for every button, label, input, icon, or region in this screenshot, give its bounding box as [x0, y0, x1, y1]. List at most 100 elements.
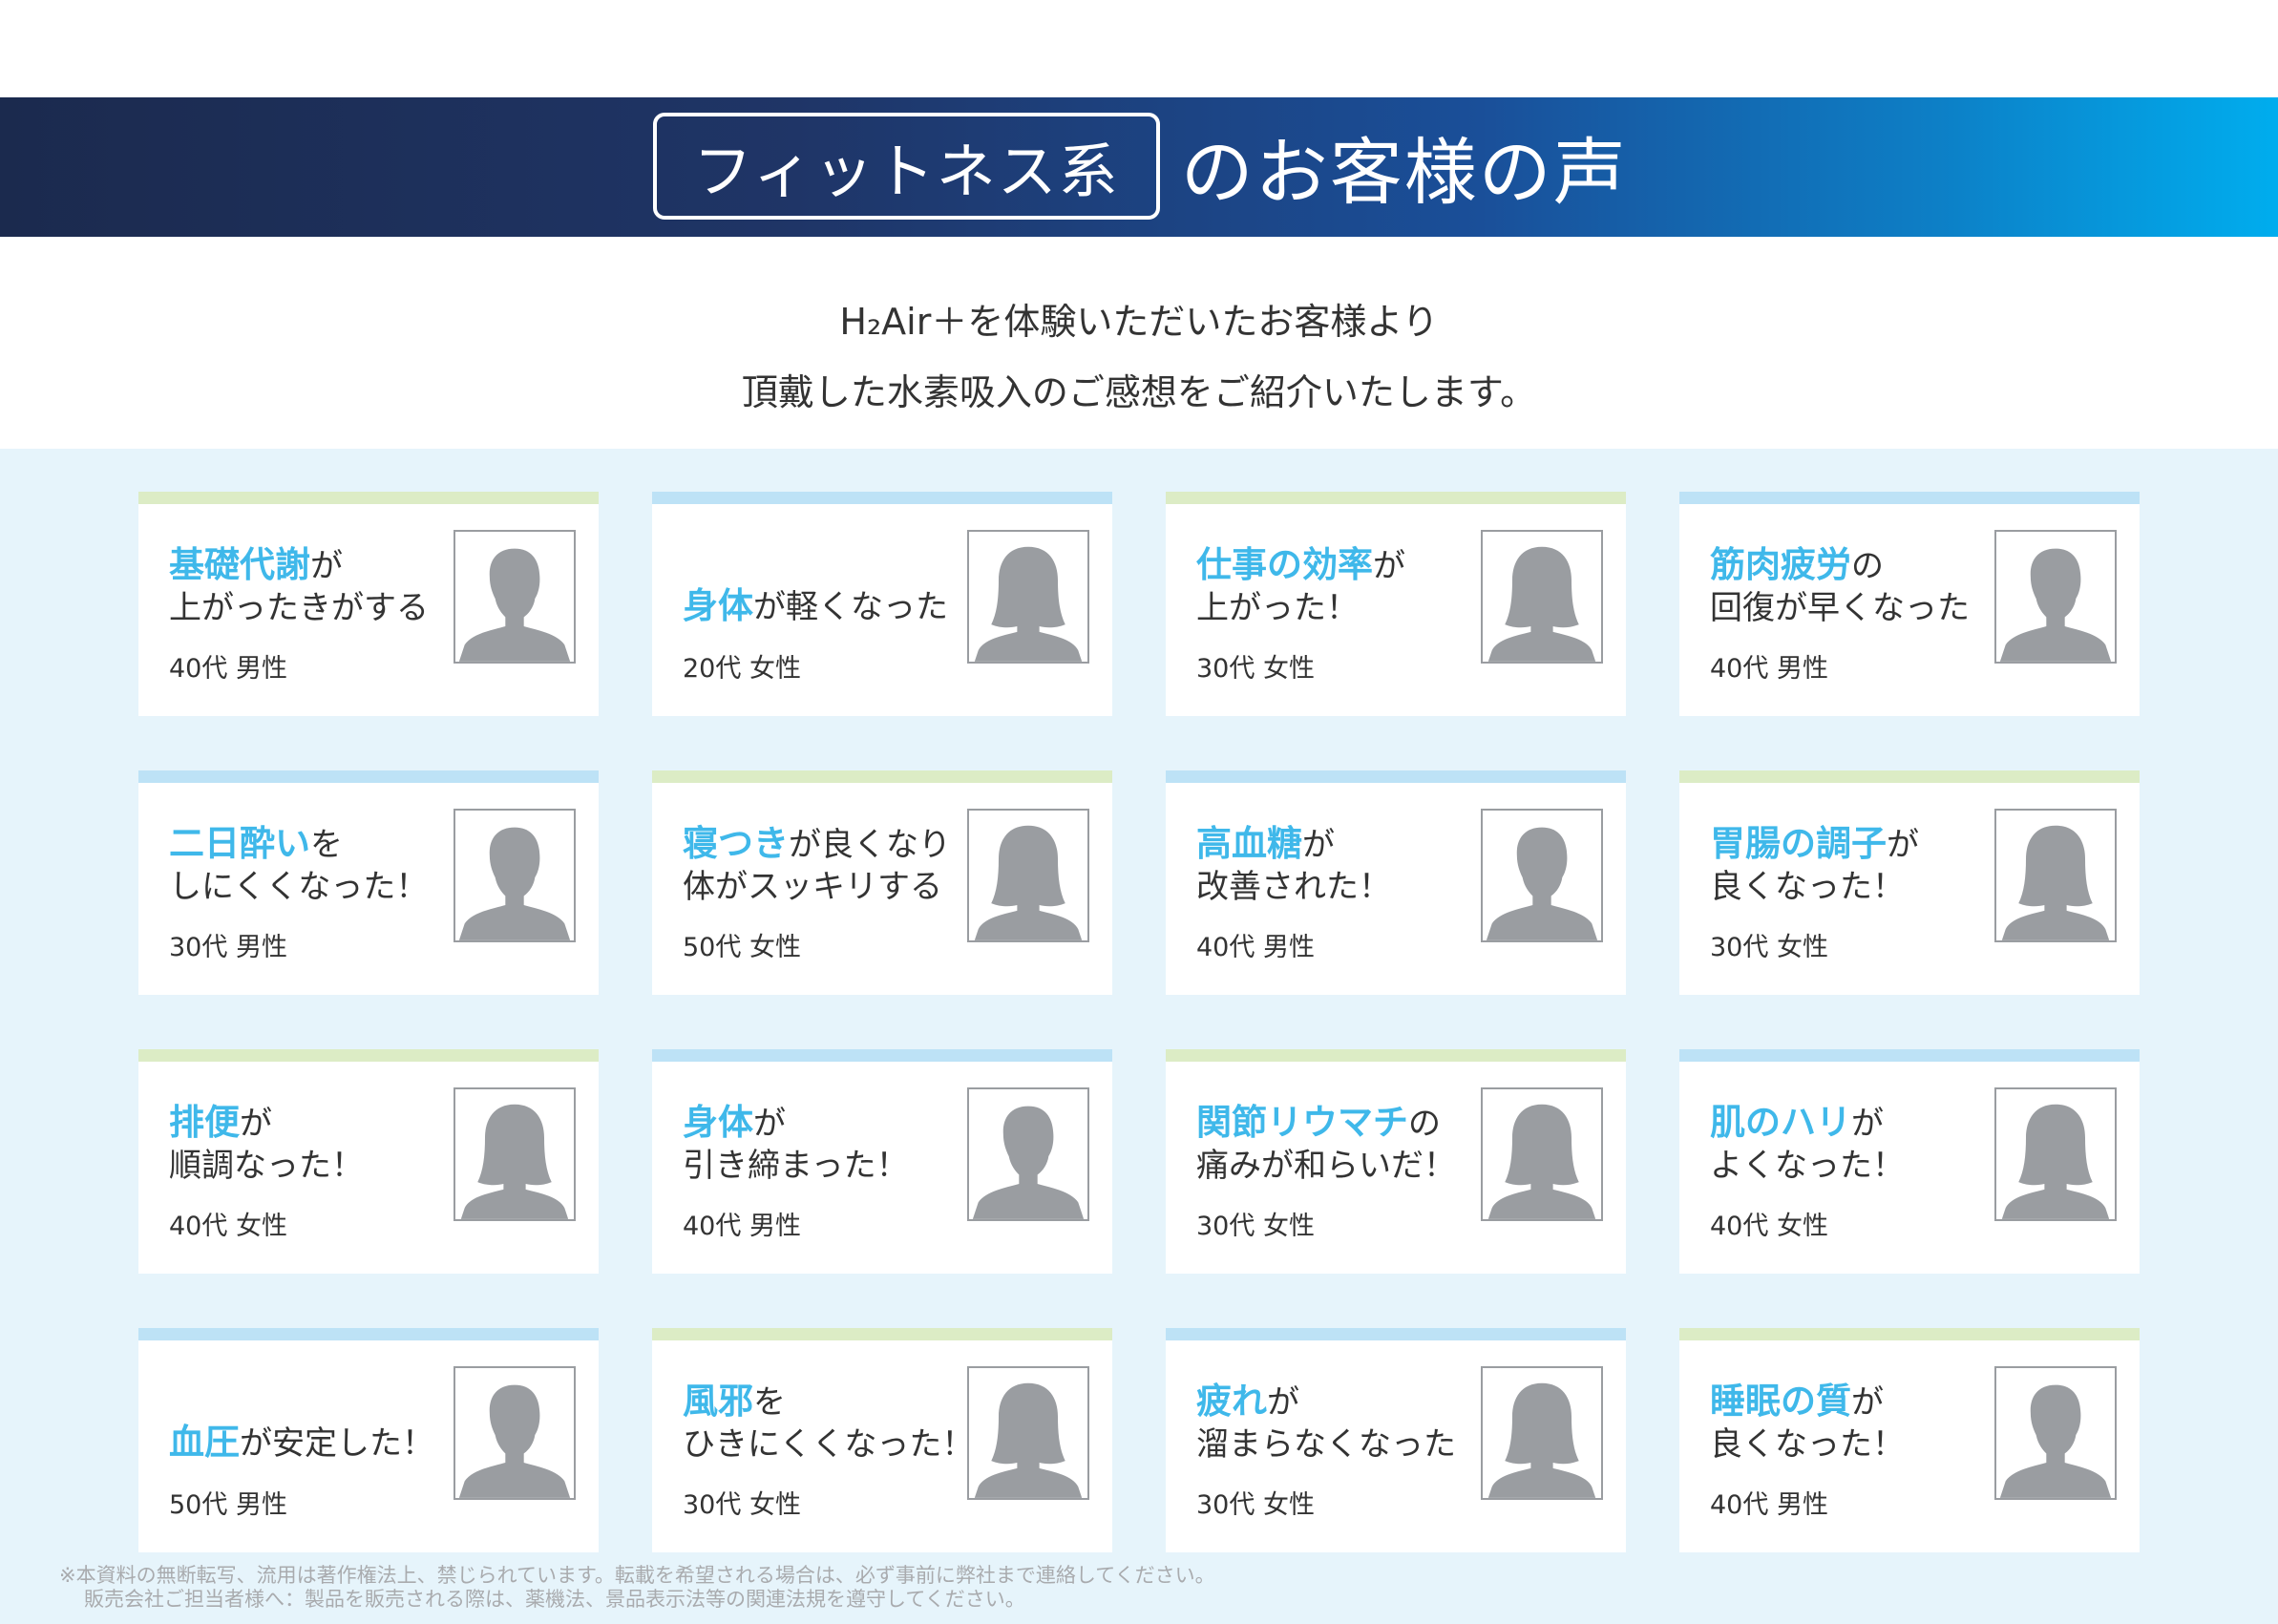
- person-silhouette-icon: [1486, 827, 1598, 940]
- customer-age-gender: 30代 女性: [1196, 1212, 1315, 1241]
- comment-highlight: 疲れ: [1196, 1381, 1267, 1422]
- testimonial-card-13: 血圧が安定した！ 50代 男性: [138, 1328, 599, 1552]
- card-accent-bar: [138, 1328, 599, 1340]
- comment-line-2: 改善された！: [1196, 868, 1391, 906]
- comment-rest: が: [1302, 826, 1335, 864]
- card-comment: 寝つきが良くなり 体がスッキリする: [683, 823, 969, 908]
- comment-line-1: 疲れが: [1196, 1381, 1483, 1424]
- avatar-silhouette-icon: [1994, 1366, 2117, 1500]
- comment-line-1: 肌のハリが: [1710, 1102, 1996, 1145]
- card-accent-bar: [1166, 1328, 1626, 1340]
- comment-line-2: 上がった！: [1196, 589, 1359, 627]
- comment-line-1: 筋肉疲労の: [1710, 544, 1996, 587]
- banner-category-box: フィットネス系: [653, 113, 1160, 220]
- testimonial-card-7: 高血糖が 改善された！ 40代 男性: [1166, 770, 1626, 995]
- testimonial-card-14: 風邪を ひきにくくなった！ 30代 女性: [652, 1328, 1112, 1552]
- comment-rest: が: [1373, 547, 1405, 585]
- banner-title: フィットネス系 のお客様の声: [653, 113, 1628, 220]
- card-accent-bar: [138, 1049, 599, 1062]
- avatar-silhouette-icon: [453, 1366, 576, 1500]
- customer-age-gender: 50代 男性: [169, 1490, 287, 1520]
- comment-line-2: よくなった！: [1710, 1147, 1905, 1185]
- card-accent-bar: [1679, 770, 2140, 783]
- avatar-silhouette-icon: [967, 1366, 1089, 1500]
- card-accent-bar: [652, 492, 1112, 504]
- comment-line-2: 回復が早くなった: [1710, 589, 1970, 627]
- comment-highlight: 高血糖: [1196, 823, 1302, 864]
- testimonial-card-9: 排便が 順調なった！ 40代 女性: [138, 1049, 599, 1274]
- comment-highlight: 基礎代謝: [169, 544, 310, 585]
- customer-age-gender: 40代 女性: [1710, 1212, 1828, 1241]
- card-accent-bar: [1679, 492, 2140, 504]
- comment-line-2: 体がスッキリする: [683, 868, 942, 906]
- comment-line-1: 身体が: [683, 1102, 969, 1145]
- card-comment: 睡眠の質が 良くなった！: [1710, 1381, 1996, 1466]
- person-silhouette-icon: [458, 827, 571, 940]
- card-comment: 高血糖が 改善された！: [1196, 823, 1483, 908]
- avatar-silhouette-icon: [1481, 1366, 1603, 1500]
- card-accent-bar: [652, 770, 1112, 783]
- comment-highlight: 肌のハリ: [1710, 1102, 1851, 1143]
- person-silhouette-icon: [974, 825, 1083, 940]
- comment-rest: が軽くなった: [753, 588, 948, 626]
- card-comment: 疲れが 溜まらなくなった: [1196, 1381, 1483, 1466]
- comment-line-1: 風邪を: [683, 1381, 969, 1424]
- card-comment: 関節リウマチの 痛みが和らいだ！: [1196, 1102, 1483, 1187]
- copyright-note: ※本資料の無断転写、流用は著作権法上、禁じられています。転載を希望される場合は、…: [59, 1564, 1215, 1612]
- comment-line-2: ひきにくくなった！: [683, 1425, 975, 1464]
- title-banner: フィットネス系 のお客様の声: [0, 97, 2278, 237]
- comment-highlight: 関節リウマチ: [1196, 1102, 1408, 1143]
- comment-line-2: 溜まらなくなった: [1196, 1425, 1456, 1464]
- comment-line-2: しにくくなった！: [169, 868, 429, 906]
- customer-age-gender: 40代 男性: [1710, 1490, 1828, 1520]
- card-accent-bar: [652, 1049, 1112, 1062]
- card-comment: 筋肉疲労の 回復が早くなった: [1710, 544, 1996, 629]
- person-silhouette-icon: [1999, 548, 2112, 662]
- customer-age-gender: 40代 男性: [1196, 933, 1315, 962]
- customer-age-gender: 30代 女性: [1196, 1490, 1315, 1520]
- customer-age-gender: 30代 男性: [169, 933, 287, 962]
- comment-line-1: 二日酔いを: [169, 823, 455, 866]
- card-comment: 身体が軽くなった: [683, 585, 969, 628]
- card-accent-bar: [1166, 492, 1626, 504]
- comment-rest: の: [1851, 547, 1884, 585]
- customer-age-gender: 40代 女性: [169, 1212, 287, 1241]
- card-accent-bar: [1166, 1049, 1626, 1062]
- person-silhouette-icon: [2001, 825, 2110, 940]
- comment-rest: が: [1887, 826, 1919, 864]
- person-silhouette-icon: [974, 1382, 1083, 1498]
- comment-rest: が: [1851, 1383, 1884, 1422]
- comment-line-1: 排便が: [169, 1102, 455, 1145]
- person-silhouette-icon: [458, 1384, 571, 1498]
- comment-line-2: 上がったきがする: [169, 589, 429, 627]
- person-silhouette-icon: [1999, 1384, 2112, 1498]
- comment-rest: が: [240, 1105, 272, 1143]
- card-comment: 基礎代謝が 上がったきがする: [169, 544, 455, 629]
- avatar-silhouette-icon: [1481, 809, 1603, 942]
- person-silhouette-icon: [460, 1104, 569, 1219]
- card-comment: 血圧が安定した！: [169, 1422, 455, 1465]
- person-silhouette-icon: [974, 546, 1083, 662]
- testimonial-card-4: 筋肉疲労の 回復が早くなった 40代 男性: [1679, 492, 2140, 716]
- customer-age-gender: 50代 女性: [683, 933, 801, 962]
- customer-age-gender: 30代 女性: [1196, 654, 1315, 684]
- card-comment: 仕事の効率が 上がった！: [1196, 544, 1483, 629]
- banner-title-text: のお客様の声: [1180, 130, 1628, 215]
- card-comment: 身体が 引き締まった！: [683, 1102, 969, 1187]
- comment-highlight: 血圧: [169, 1422, 240, 1463]
- comment-line-2: 良くなった！: [1710, 868, 1905, 906]
- customer-age-gender: 20代 女性: [683, 654, 801, 684]
- testimonial-card-12: 肌のハリが よくなった！ 40代 女性: [1679, 1049, 2140, 1274]
- card-accent-bar: [1166, 770, 1626, 783]
- comment-line-1: 身体が軽くなった: [683, 585, 969, 628]
- comment-line-1: 睡眠の質が: [1710, 1381, 1996, 1424]
- card-accent-bar: [1679, 1049, 2140, 1062]
- person-silhouette-icon: [972, 1106, 1085, 1219]
- comment-highlight: 排便: [169, 1102, 240, 1143]
- person-silhouette-icon: [1487, 1104, 1596, 1219]
- customer-age-gender: 40代 男性: [1710, 654, 1828, 684]
- card-accent-bar: [138, 492, 599, 504]
- intro-text: H₂Air＋を体験いただいたお客様より 頂戴した水素吸入のご感想をご紹介いたしま…: [0, 286, 2278, 428]
- customer-age-gender: 30代 女性: [1710, 933, 1828, 962]
- testimonial-card-10: 身体が 引き締まった！ 40代 男性: [652, 1049, 1112, 1274]
